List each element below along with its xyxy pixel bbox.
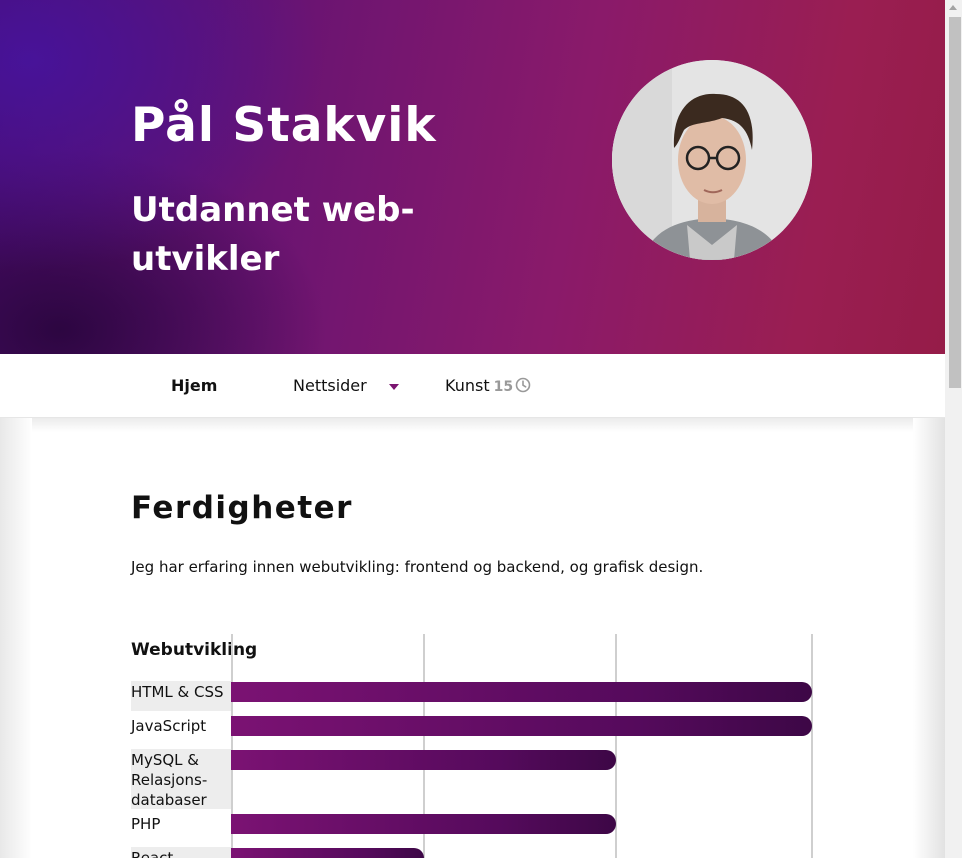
page: Pål Stakvik Utdannet web-utvikler Hjem N… bbox=[0, 0, 945, 858]
skill-bar bbox=[231, 750, 616, 770]
skill-bar bbox=[231, 716, 812, 736]
gridline-3 bbox=[811, 634, 813, 858]
skill-label: JavaScript bbox=[131, 715, 231, 745]
skill-label: React bbox=[131, 847, 231, 858]
skill-label: MySQL & Relasjons-databaser bbox=[131, 749, 231, 809]
skill-group-label: Webutvikling bbox=[131, 640, 258, 660]
scrollbar-thumb[interactable] bbox=[949, 17, 961, 388]
scroll-up-arrow-icon[interactable] bbox=[949, 5, 957, 10]
skill-label: HTML & CSS bbox=[131, 681, 231, 711]
skill-bar bbox=[231, 848, 424, 858]
skill-chart: Webutvikling HTML & CSS JavaScript MySQL &… bbox=[0, 0, 945, 858]
scrollbar[interactable] bbox=[945, 0, 962, 858]
skill-bar bbox=[231, 682, 812, 702]
skill-label: PHP bbox=[131, 813, 231, 843]
skill-bar bbox=[231, 814, 616, 834]
